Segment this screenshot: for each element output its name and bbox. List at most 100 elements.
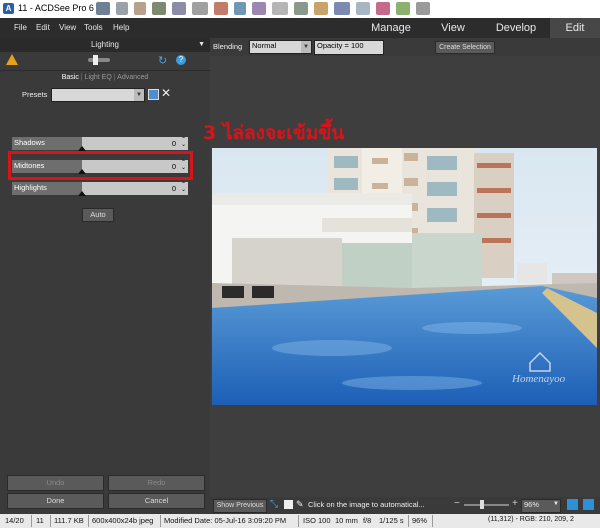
highlights-value[interactable]: 0 [172, 184, 176, 193]
dropdown-chevron-icon[interactable]: ▼ [134, 89, 144, 101]
show-previous-button[interactable]: Show Previous [213, 499, 267, 513]
panel-title: Lighting [90, 40, 120, 49]
photo-preview[interactable]: Homenayoo [212, 148, 597, 405]
menu-tools[interactable]: Tools [84, 23, 103, 32]
taskbar-thumb-icon[interactable] [134, 2, 146, 15]
mode-tab-edit[interactable]: Edit [550, 18, 600, 38]
highlights-slider[interactable]: Highlights 0 ⌃ ⌄ [12, 182, 188, 196]
create-selection-button[interactable]: Create Selection [435, 41, 495, 54]
eyedropper-icon[interactable]: ✎ [296, 499, 304, 510]
status-bar: 14/20 11 111.7 KB 600x400x24b jpeg Modif… [0, 514, 600, 528]
warning-icon[interactable] [6, 54, 18, 65]
zoom-slider[interactable] [464, 504, 509, 506]
redo-button[interactable]: Redo [108, 475, 205, 491]
zoom-slider-thumb[interactable] [480, 500, 484, 509]
shadows-value[interactable]: 0 [172, 139, 176, 148]
mode-tab-develop[interactable]: Develop [484, 18, 548, 38]
tab-advanced[interactable]: Advanced [117, 74, 148, 81]
taskbar-thumb-icon[interactable] [272, 2, 288, 15]
taskbar-thumb-icon[interactable] [96, 2, 110, 15]
menu-view[interactable]: View [59, 23, 76, 32]
taskbar-thumb-icon[interactable] [234, 2, 246, 15]
slider-knob-icon[interactable] [93, 55, 98, 65]
panel-header: Lighting ▼ [0, 38, 210, 52]
taskbar-thumb-icon[interactable] [214, 2, 228, 15]
taskbar-thumb-icon[interactable] [356, 2, 370, 15]
midtones-highlight-box [8, 151, 193, 180]
menu-file[interactable]: File [14, 23, 27, 32]
watermark-text: Homenayoo [511, 373, 566, 385]
taskbar-thumb-icon[interactable] [192, 2, 208, 15]
fit-arrows-icon[interactable]: ⤡ [270, 499, 278, 510]
fit-image-icon[interactable] [583, 499, 594, 510]
taskbar-thumb-icon[interactable] [152, 2, 166, 15]
mode-tab-manage[interactable]: Manage [360, 18, 422, 38]
zoom-value: 96% [524, 500, 540, 509]
panel-tab-row: Basic | Light EQ | Advanced [61, 74, 149, 81]
dropdown-chevron-icon[interactable]: ▼ [553, 501, 559, 507]
shadows-slider[interactable]: Shadows 0 ⌃ ⌄ [12, 137, 188, 151]
edit-toolbar: Blending Normal ▼ Opacity = 100 Create S… [210, 38, 600, 56]
opacity-field[interactable]: Opacity = 100 [314, 40, 384, 55]
annotation-text: 3 ไล่ลงจะเข้มขึ้น [203, 122, 345, 144]
hint-text: Click on the image to automatical... [308, 500, 425, 509]
status-separator [298, 515, 299, 527]
status-separator [31, 515, 32, 527]
zoom-dropdown[interactable]: 96% ▼ [521, 499, 561, 513]
mode-tab-view[interactable]: View [422, 18, 484, 38]
opacity-value: Opacity = 100 [317, 41, 364, 50]
dropdown-chevron-icon[interactable]: ▼ [301, 41, 311, 53]
highlights-thumb[interactable] [78, 191, 86, 196]
taskbar-thumb-icon[interactable] [116, 2, 128, 15]
taskbar-thumb-icon[interactable] [416, 2, 430, 15]
blending-label: Blending [213, 42, 243, 51]
title-bar: A 11 - ACDSee Pro 6 [0, 0, 600, 18]
status-iso: ISO 100 [303, 516, 331, 525]
tab-light-eq[interactable]: Light EQ [85, 74, 112, 81]
undo-button[interactable]: Undo [7, 475, 104, 491]
status-filesize: 111.7 KB [54, 516, 84, 525]
blending-value: Normal [252, 41, 277, 50]
panel-menu-chevron-icon[interactable]: ▼ [198, 38, 205, 52]
zoom-out-icon[interactable]: − [454, 498, 460, 509]
tab-basic[interactable]: Basic [62, 74, 79, 81]
cancel-button[interactable]: Cancel [108, 493, 205, 509]
highlights-spin-icon[interactable]: ⌃ ⌄ [181, 182, 186, 193]
zoom-in-icon[interactable]: + [512, 498, 518, 509]
app-icon: A [3, 3, 14, 14]
status-focal: 10 mm [335, 516, 358, 525]
menu-edit[interactable]: Edit [36, 23, 50, 32]
status-separator [50, 515, 51, 527]
menu-help[interactable]: Help [113, 23, 129, 32]
status-dimensions: 600x400x24b jpeg [92, 516, 154, 525]
panel-tools-row: ↻ ? [0, 52, 210, 71]
taskbar-thumb-icon[interactable] [334, 2, 350, 15]
status-separator [88, 515, 89, 527]
taskbar-thumb-icon[interactable] [172, 2, 186, 15]
auto-button[interactable]: Auto [82, 208, 114, 222]
taskbar-thumb-icon[interactable] [396, 2, 410, 15]
taskbar-thumb-icon[interactable] [252, 2, 266, 15]
lighting-panel: Lighting ▼ ↻ ? Basic | Light EQ | Advanc… [0, 38, 210, 516]
status-separator [160, 515, 161, 527]
done-button[interactable]: Done [7, 493, 104, 509]
taskbar-thumb-icon[interactable] [294, 2, 308, 15]
help-icon[interactable]: ? [176, 55, 186, 65]
delete-preset-icon[interactable]: ✕ [161, 86, 171, 100]
menu-bar: File Edit View Tools Help Manage View De… [0, 18, 600, 38]
taskbar-thumb-icon[interactable] [376, 2, 390, 15]
picker-icon[interactable] [284, 500, 293, 509]
status-shutter: 1/125 s [379, 516, 404, 525]
save-preset-icon[interactable] [148, 89, 159, 100]
actual-size-icon[interactable] [567, 499, 578, 510]
status-separator [432, 515, 433, 527]
reset-icon[interactable]: ↻ [158, 54, 167, 67]
presets-dropdown[interactable]: ▼ [51, 88, 145, 102]
brush-slider-icon[interactable] [88, 58, 110, 62]
status-separator [408, 515, 409, 527]
blending-dropdown[interactable]: Normal ▼ [249, 40, 312, 54]
taskbar-thumb-icon[interactable] [314, 2, 328, 15]
shadows-spin-icon[interactable]: ⌃ ⌄ [181, 137, 186, 148]
presets-label: Presets [22, 90, 48, 99]
status-position: 14/20 [5, 516, 24, 525]
